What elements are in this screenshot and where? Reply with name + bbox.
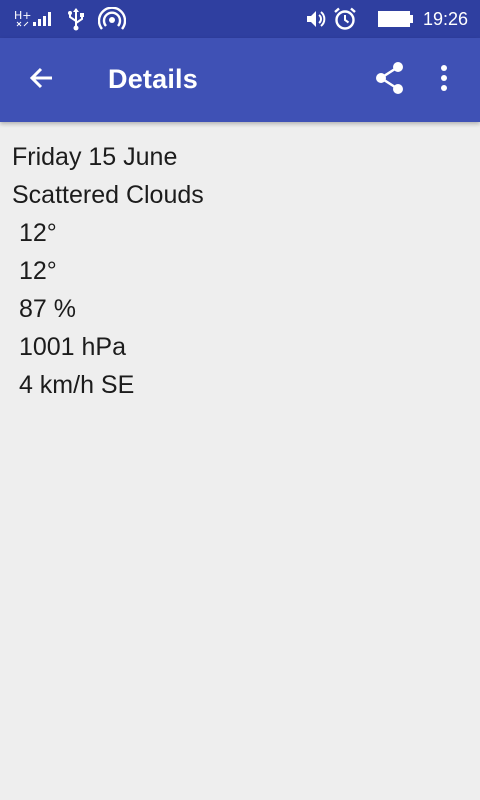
volume-icon bbox=[304, 7, 328, 36]
more-vert-icon bbox=[440, 64, 448, 97]
share-button[interactable] bbox=[366, 56, 414, 104]
network-h-plus-icon: H+ bbox=[14, 7, 34, 34]
signal-icon bbox=[32, 9, 54, 32]
usb-icon bbox=[66, 7, 86, 36]
page-title: Details bbox=[108, 64, 198, 94]
arrow-back-icon bbox=[28, 64, 56, 97]
humidity-text: 87 % bbox=[12, 295, 76, 323]
more-options-button[interactable] bbox=[420, 56, 468, 104]
status-time: 19:26 bbox=[422, 9, 468, 29]
date-text: Friday 15 June bbox=[12, 143, 178, 171]
status-bar: H+ 19:26 bbox=[0, 0, 480, 38]
back-button[interactable] bbox=[18, 56, 66, 104]
details-content: Friday 15 June Scattered Clouds 12° 12° … bbox=[12, 138, 468, 404]
wind-text: 4 km/h SE bbox=[12, 371, 135, 399]
temperature-max: 12° bbox=[12, 219, 57, 247]
battery-icon bbox=[378, 10, 414, 33]
alarm-icon bbox=[332, 6, 358, 37]
svg-text:H+: H+ bbox=[14, 9, 32, 22]
weather-description: Scattered Clouds bbox=[12, 181, 204, 209]
share-icon bbox=[374, 61, 406, 100]
temperature-min: 12° bbox=[12, 257, 57, 285]
pressure-text: 1001 hPa bbox=[12, 333, 126, 361]
hotspot-icon bbox=[97, 6, 127, 36]
app-bar: Details bbox=[0, 38, 480, 122]
